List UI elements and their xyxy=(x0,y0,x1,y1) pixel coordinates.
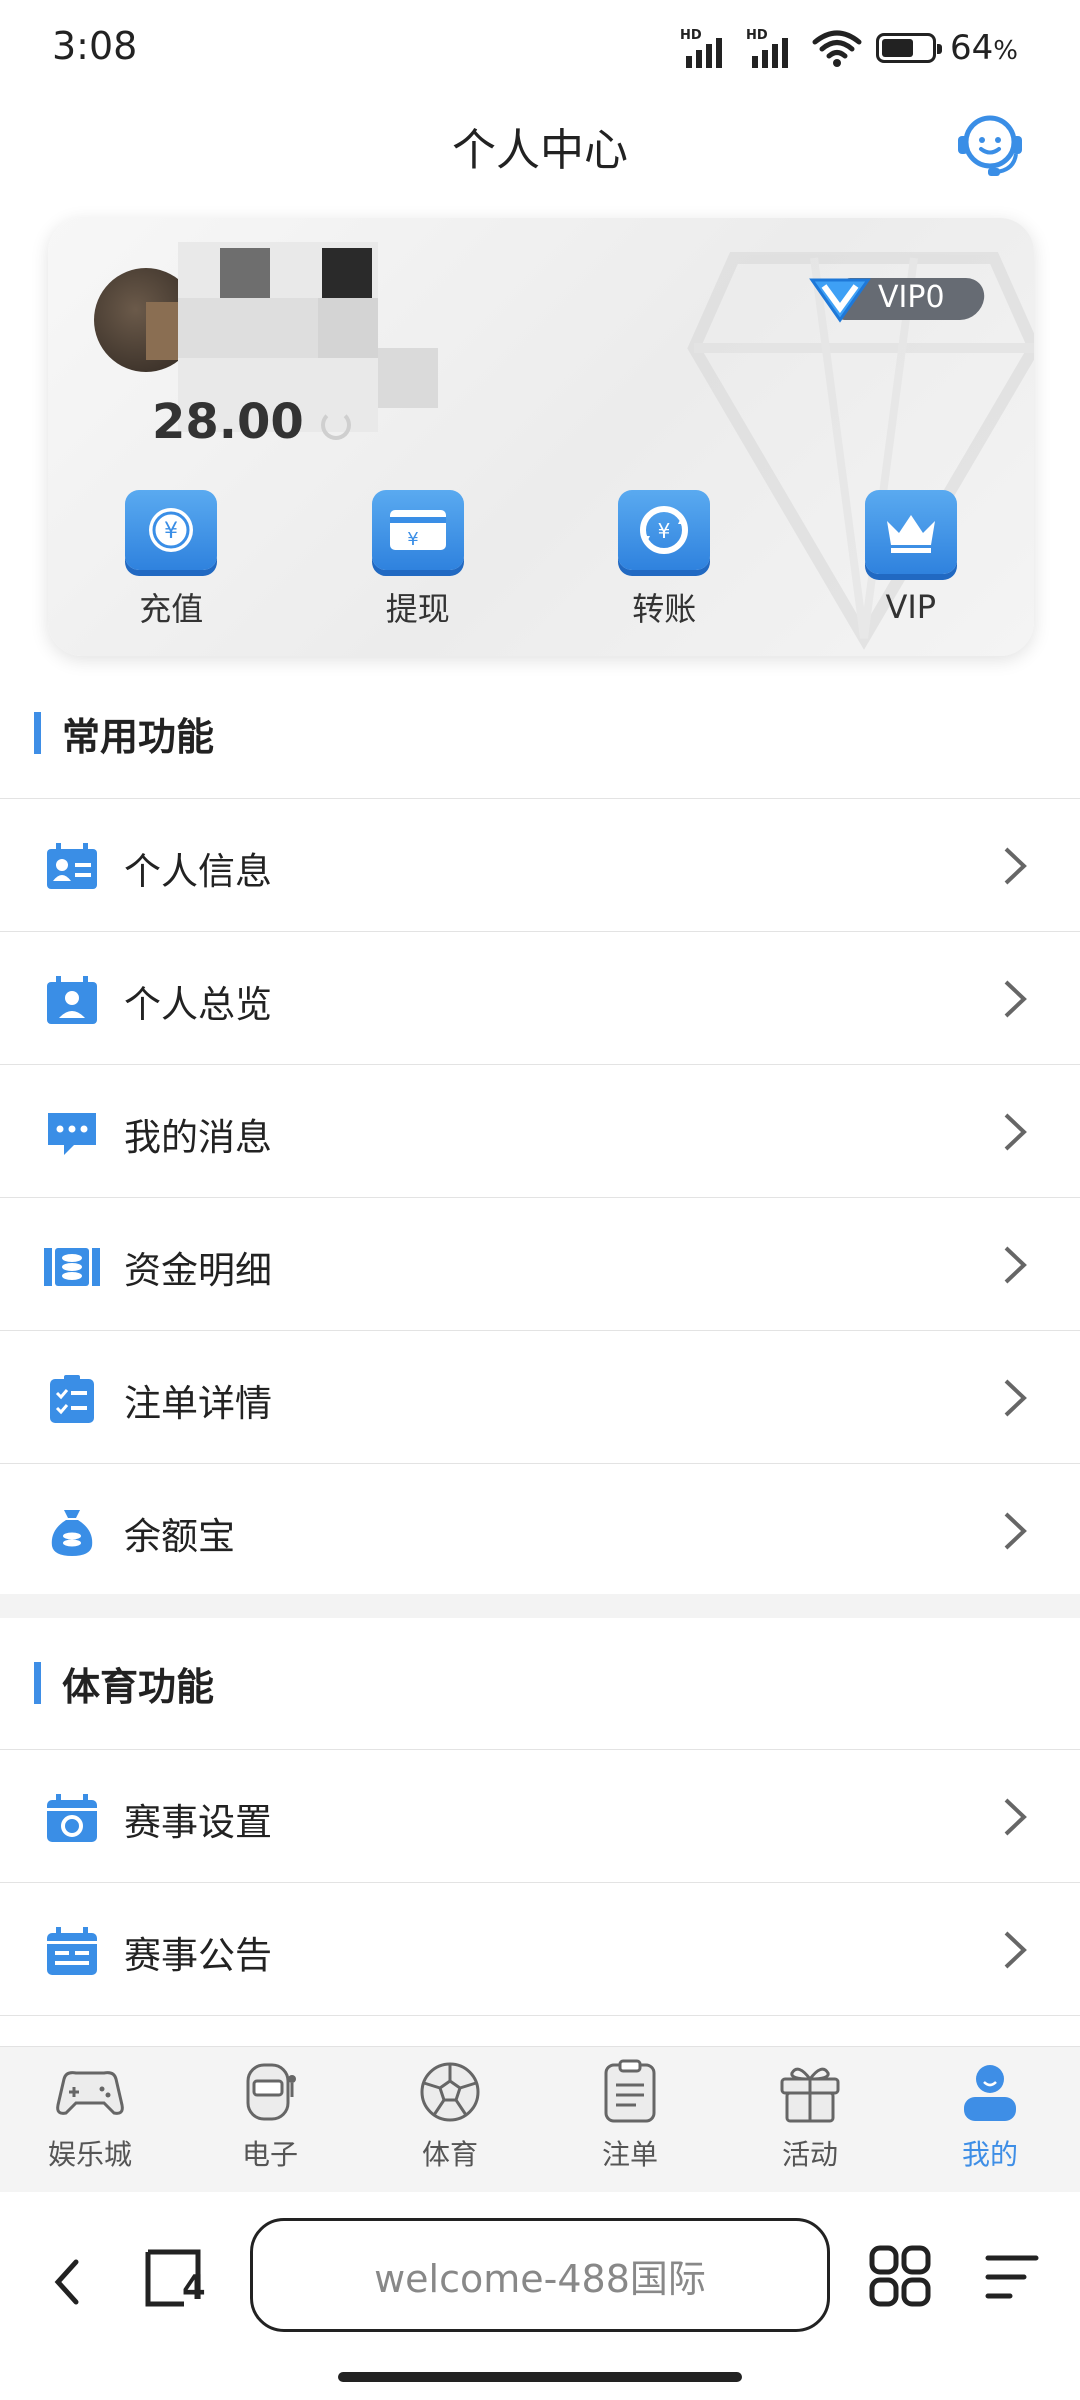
chevron-right-icon xyxy=(1004,1113,1027,1151)
id-card-icon xyxy=(47,843,97,889)
menu-list-end xyxy=(0,2015,1080,2046)
menu-item-fund-details[interactable]: 资金明细 xyxy=(0,1197,1080,1330)
tab-label: 注单 xyxy=(601,2138,658,2171)
back-arrow-icon[interactable] xyxy=(46,2252,86,2312)
diamond-v-icon xyxy=(809,278,871,323)
tabs-button[interactable]: 4 xyxy=(144,2246,208,2310)
menu-item-label: 个人信息 xyxy=(124,850,272,893)
tab-sports[interactable]: 体育 xyxy=(360,2047,540,2192)
section-title-text: 体育功能 xyxy=(62,1665,215,1709)
message-icon xyxy=(48,1113,96,1155)
tab-bets[interactable]: 注单 xyxy=(540,2047,720,2192)
tab-slots[interactable]: 电子 xyxy=(180,2047,360,2192)
tab-count: 4 xyxy=(182,2268,206,2308)
menu-item-yuebao[interactable]: 余额宝 xyxy=(0,1463,1080,1596)
section-divider xyxy=(0,1594,1080,1618)
svg-text:¥: ¥ xyxy=(658,519,671,543)
menu-item-label: 个人总览 xyxy=(124,983,272,1026)
signal-icon: HD xyxy=(746,28,798,68)
card-withdraw-icon: ¥ xyxy=(371,490,464,570)
transfer-icon: ¥ xyxy=(618,490,711,570)
fund-ticket-icon xyxy=(44,1248,100,1286)
svg-text:¥: ¥ xyxy=(407,529,418,550)
gift-icon xyxy=(780,2067,840,2123)
chevron-right-icon xyxy=(1004,847,1027,885)
home-indicator xyxy=(338,2372,742,2382)
wallet-actions: ¥ 充值 ¥ 提现 ¥ 转账 VIP xyxy=(48,490,1034,630)
vip-level-label: VIP0 xyxy=(878,280,945,315)
menu-item-match-notice[interactable]: 赛事公告 xyxy=(0,1882,1080,2015)
battery-percent: 64% xyxy=(950,28,1018,68)
hamburger-menu-icon[interactable] xyxy=(982,2250,1040,2304)
bottom-tab-bar: 娱乐城 电子 体育 注单 活动 我的 xyxy=(0,2046,1080,2192)
action-vip[interactable]: VIP xyxy=(788,490,1035,630)
status-bar: 3:08 HD HD 64% xyxy=(0,0,1080,96)
menu-item-label: 注单详情 xyxy=(124,1382,272,1425)
checklist-icon xyxy=(50,1375,94,1423)
tab-casino[interactable]: 娱乐城 xyxy=(0,2047,180,2192)
section-title-text: 常用功能 xyxy=(62,715,215,759)
status-time: 3:08 xyxy=(52,24,138,68)
action-label: 充值 xyxy=(139,590,204,628)
url-bar[interactable]: welcome-488国际 xyxy=(250,2218,830,2332)
svg-text:¥: ¥ xyxy=(164,519,178,544)
crown-icon xyxy=(864,490,957,574)
chevron-right-icon xyxy=(1004,1379,1027,1417)
calendar-notice-icon xyxy=(47,1927,97,1975)
menu-item-overview[interactable]: 个人总览 xyxy=(0,931,1080,1064)
chevron-right-icon xyxy=(1004,1246,1027,1284)
action-withdraw[interactable]: ¥ 提现 xyxy=(295,490,542,630)
tab-promotions[interactable]: 活动 xyxy=(720,2047,900,2192)
menu-item-label: 我的消息 xyxy=(124,1116,272,1159)
battery-icon xyxy=(876,33,943,63)
menu-item-label: 资金明细 xyxy=(124,1249,272,1292)
action-label: 转账 xyxy=(632,590,697,628)
menu-item-label: 余额宝 xyxy=(124,1515,235,1558)
tab-label: 娱乐城 xyxy=(47,2138,132,2171)
slot-machine-icon xyxy=(246,2063,296,2121)
clipboard-icon xyxy=(604,2059,656,2123)
vip-badge[interactable]: VIP0 xyxy=(808,272,987,324)
refresh-icon[interactable] xyxy=(320,410,351,440)
chevron-right-icon xyxy=(1004,980,1027,1018)
browser-toolbar: 4 welcome-488国际 xyxy=(0,2192,1080,2400)
action-label: 提现 xyxy=(385,590,450,628)
profile-calendar-icon xyxy=(47,976,97,1024)
chevron-right-icon xyxy=(1004,1798,1027,1836)
action-recharge[interactable]: ¥ 充值 xyxy=(48,490,295,630)
wifi-icon xyxy=(812,30,862,67)
grid-menu-icon[interactable] xyxy=(868,2244,932,2308)
menu-item-messages[interactable]: 我的消息 xyxy=(0,1064,1080,1197)
tab-label: 体育 xyxy=(421,2138,478,2171)
chevron-right-icon xyxy=(1004,1931,1027,1969)
header: 个人中心 xyxy=(0,96,1080,192)
signal-icon: HD xyxy=(680,28,732,68)
menu-item-personal-info[interactable]: 个人信息 xyxy=(0,798,1080,931)
yuan-coin-icon: ¥ xyxy=(125,490,218,570)
page-title: 个人中心 xyxy=(452,125,628,176)
menu-item-match-settings[interactable]: 赛事设置 xyxy=(0,1749,1080,1882)
profile-card: VIP0 28.00 ¥ 充值 ¥ 提现 ¥ 转账 VIP xyxy=(48,218,1034,656)
menu-item-bet-details[interactable]: 注单详情 xyxy=(0,1330,1080,1463)
tab-label: 电子 xyxy=(241,2138,298,2171)
money-bag-icon xyxy=(51,1510,93,1556)
user-icon xyxy=(964,2065,1016,2121)
tab-label: 我的 xyxy=(961,2138,1018,2171)
action-transfer[interactable]: ¥ 转账 xyxy=(541,490,788,630)
calendar-settings-icon xyxy=(47,1794,97,1842)
balance-amount: 28.00 xyxy=(152,394,351,450)
menu-item-label: 赛事设置 xyxy=(124,1801,272,1844)
gamepad-icon xyxy=(56,2071,124,2115)
chevron-right-icon xyxy=(1004,1512,1027,1550)
tab-mine[interactable]: 我的 xyxy=(900,2047,1080,2192)
menu-item-label: 赛事公告 xyxy=(124,1934,272,1977)
tab-label: 活动 xyxy=(781,2138,838,2171)
customer-service-icon[interactable] xyxy=(954,108,1026,180)
section-title-common: 常用功能 xyxy=(0,682,1080,782)
soccer-ball-icon xyxy=(420,2062,480,2122)
action-label: VIP xyxy=(885,588,937,626)
status-icons: HD HD 64% xyxy=(680,22,1018,74)
section-title-sports: 体育功能 xyxy=(0,1632,1080,1732)
